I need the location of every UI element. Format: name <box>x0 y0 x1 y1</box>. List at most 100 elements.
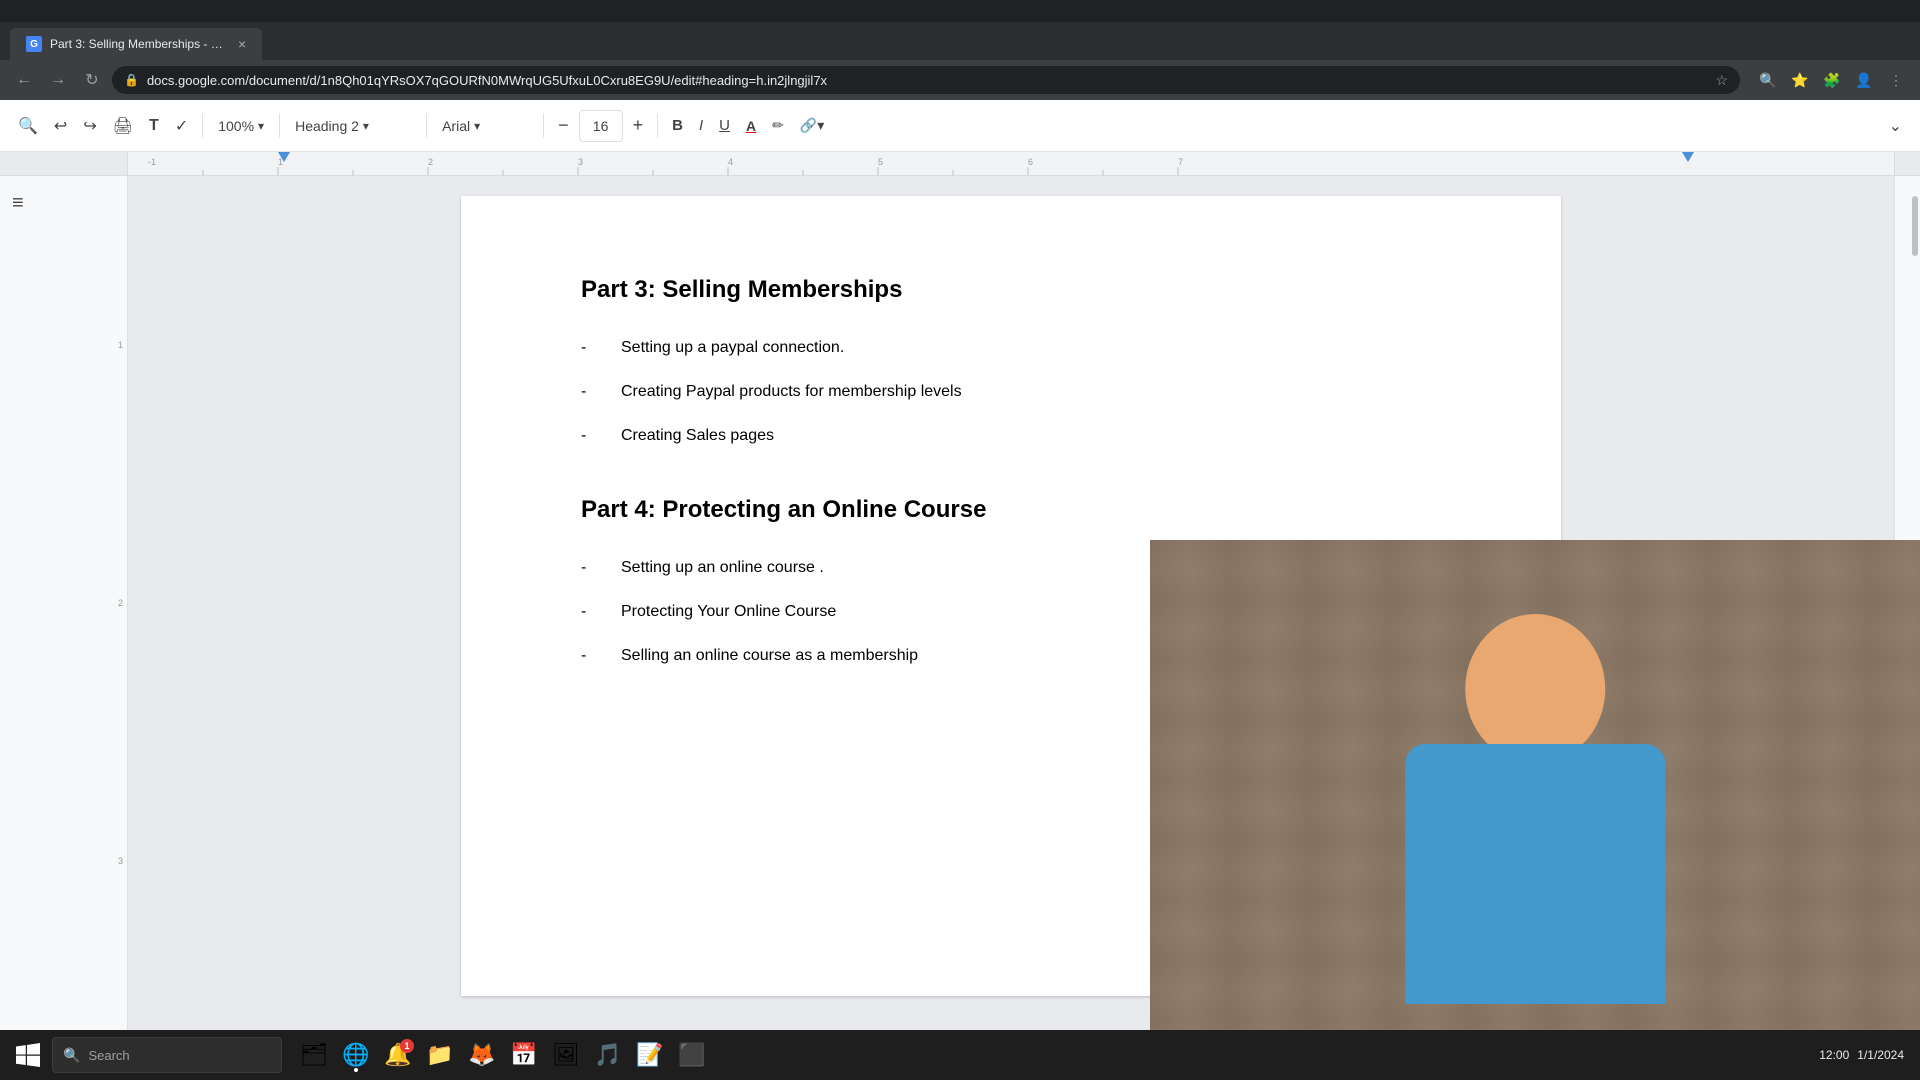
notes-icon: 📝 <box>636 1042 663 1068</box>
redo-button[interactable]: ↪ <box>77 110 102 142</box>
divider-1 <box>202 114 203 138</box>
paint-format-button[interactable]: T <box>143 110 165 142</box>
taskbar-time: 12:00 <box>1819 1048 1849 1062</box>
back-button[interactable]: ← <box>10 66 38 94</box>
link-chevron-icon: ▾ <box>817 117 824 134</box>
link-button[interactable]: 🔗 ▾ <box>794 110 830 142</box>
active-dot <box>354 1068 358 1072</box>
taskbar-app-photos[interactable]: 🖼 <box>546 1035 586 1075</box>
bookmark-button[interactable]: ⭐ <box>1786 66 1814 94</box>
highlight-button[interactable]: ✏ <box>766 110 790 142</box>
link-icon: 🔗 <box>800 117 817 134</box>
ruler-left-margin <box>0 152 128 175</box>
profile-button[interactable]: 👤 <box>1850 66 1878 94</box>
taskbar-app-folder[interactable]: 📁 <box>420 1035 460 1075</box>
person-head <box>1465 614 1605 764</box>
zoom-chevron-icon: ▾ <box>258 119 264 133</box>
style-label: Heading 2 <box>295 118 359 134</box>
increase-font-button[interactable]: + <box>627 110 650 142</box>
zoom-select[interactable]: 100% ▾ <box>211 110 271 142</box>
bold-icon: B <box>672 117 683 134</box>
bullet-3: - <box>581 424 597 448</box>
zoom-button[interactable]: 🔍 <box>1754 66 1782 94</box>
svg-text:2: 2 <box>428 157 433 167</box>
start-button[interactable] <box>8 1035 48 1075</box>
refresh-button[interactable]: ↻ <box>78 66 106 94</box>
divider-2 <box>279 114 280 138</box>
taskbar-app-terminal[interactable]: ⬛ <box>672 1035 712 1075</box>
taskbar-search-icon: 🔍 <box>63 1047 80 1064</box>
font-select[interactable]: Arial ▾ <box>435 110 535 142</box>
browser-chrome: G Part 3: Selling Memberships - Google D… <box>0 22 1920 100</box>
taskbar-app-media[interactable]: 🎵 <box>588 1035 628 1075</box>
taskbar-app-explorer[interactable]: 🗂 <box>294 1035 334 1075</box>
taskbar-search[interactable]: 🔍 Search <box>52 1037 282 1073</box>
more-button[interactable]: ⌄ <box>1883 110 1908 142</box>
increase-font-icon: + <box>633 115 644 136</box>
top-bar <box>0 0 1920 22</box>
menu-button[interactable]: ⋮ <box>1882 66 1910 94</box>
highlight-icon: ✏ <box>772 117 784 134</box>
italic-button[interactable]: I <box>693 110 709 142</box>
taskbar-app-chrome[interactable]: 🌐 <box>336 1035 376 1075</box>
explorer-icon: 🗂 <box>301 1042 327 1068</box>
video-person <box>1323 614 1747 1031</box>
notification-badge: 1 <box>400 1039 414 1053</box>
outline-icon[interactable]: ≡ <box>12 192 24 215</box>
style-select[interactable]: Heading 2 ▾ <box>288 110 418 142</box>
video-overlay <box>1150 540 1920 1030</box>
address-bar[interactable]: 🔒 docs.google.com/document/d/1n8Qh01qYRs… <box>112 66 1740 94</box>
extensions-button[interactable]: 🧩 <box>1818 66 1846 94</box>
chrome-icon: 🌐 <box>343 1042 369 1068</box>
search-button[interactable]: 🔍 <box>12 110 44 142</box>
v-ruler-2: 2 <box>118 598 123 608</box>
browser-nav-row: ← → ↻ 🔒 docs.google.com/document/d/1n8Qh… <box>0 60 1920 100</box>
undo-button[interactable]: ↩ <box>48 110 73 142</box>
search-icon: 🔍 <box>18 116 38 136</box>
divider-4 <box>543 114 544 138</box>
font-size-box[interactable]: 16 <box>579 110 623 142</box>
underline-icon: U <box>719 117 730 134</box>
taskbar-app-notification[interactable]: 🔔 1 <box>378 1035 418 1075</box>
bullet-1: - <box>581 336 597 360</box>
list-item-text-4: Setting up an online course . <box>621 556 824 580</box>
browser-tab[interactable]: G Part 3: Selling Memberships - Google D… <box>10 28 262 60</box>
list-item: - Setting up a paypal connection. <box>581 336 1441 360</box>
underline-button[interactable]: U <box>713 110 736 142</box>
sidebar-left: ≡ 1 2 3 <box>0 176 128 1030</box>
tab-title: Part 3: Selling Memberships - Google Doc… <box>50 37 230 51</box>
folder-icon: 📁 <box>426 1042 453 1068</box>
star-icon[interactable]: ☆ <box>1715 72 1728 89</box>
url-text: docs.google.com/document/d/1n8Qh01qYRsOX… <box>147 73 1707 88</box>
taskbar-app-firefox[interactable]: 🦊 <box>462 1035 502 1075</box>
calendar-icon: 📅 <box>510 1042 537 1068</box>
paint-format-icon: T <box>149 117 159 135</box>
spell-check-button[interactable]: ✓ <box>169 110 194 142</box>
taskbar-app-calendar[interactable]: 📅 <box>504 1035 544 1075</box>
tab-close-button[interactable]: × <box>238 36 246 52</box>
ruler-right-margin <box>1894 152 1920 175</box>
print-button[interactable]: 🖨 <box>107 110 139 142</box>
decrease-font-button[interactable]: − <box>552 110 575 142</box>
ruler-svg: -1 1 2 3 4 5 6 7 <box>128 152 1894 175</box>
part4-heading: Part 4: Protecting an Online Course <box>581 496 1441 524</box>
v-ruler-1: 1 <box>118 340 123 350</box>
forward-button[interactable]: → <box>44 66 72 94</box>
firefox-icon: 🦊 <box>468 1042 495 1068</box>
text-color-button[interactable]: A <box>740 110 762 142</box>
scroll-thumb[interactable] <box>1912 196 1918 256</box>
bold-button[interactable]: B <box>666 110 689 142</box>
taskbar: 🔍 Search 🗂 🌐 🔔 1 📁 🦊 📅 <box>0 1030 1920 1080</box>
terminal-icon: ⬛ <box>678 1042 705 1068</box>
svg-text:-1: -1 <box>148 157 156 167</box>
svg-text:6: 6 <box>1028 157 1033 167</box>
list-item-text-5: Protecting Your Online Course <box>621 600 836 624</box>
list-item: - Creating Paypal products for membershi… <box>581 380 1441 404</box>
bullet-6: - <box>581 644 597 668</box>
taskbar-app-notes[interactable]: 📝 <box>630 1035 670 1075</box>
windows-icon <box>16 1043 40 1067</box>
svg-text:4: 4 <box>728 157 733 167</box>
list-item-text-6: Selling an online course as a membership <box>621 644 918 668</box>
bullet-4: - <box>581 556 597 580</box>
media-icon: 🎵 <box>594 1042 621 1068</box>
